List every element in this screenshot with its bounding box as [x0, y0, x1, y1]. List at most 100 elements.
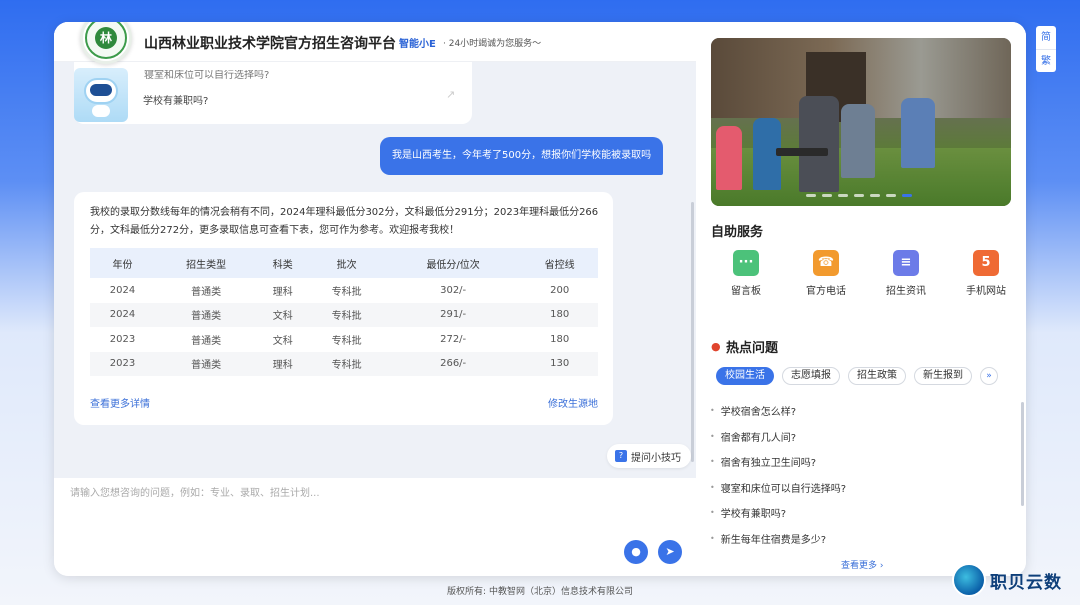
- bullet-icon: •: [710, 482, 715, 492]
- hot-question: 寝室和床位可以自行选择吗?: [720, 483, 847, 495]
- page-title: 山西林业职业技术学院官方招生咨询平台: [144, 36, 396, 52]
- tips-label: 提问小技巧: [631, 452, 681, 464]
- hot-list-scrollbar[interactable]: [1021, 402, 1024, 506]
- table-row: 2023 普通类 文科 专科批 272/- 180: [90, 327, 598, 352]
- question-input[interactable]: [70, 484, 670, 534]
- chat-bubble-icon[interactable]: ●: [624, 540, 648, 564]
- carousel-dot[interactable]: [886, 194, 896, 197]
- service-official-phone[interactable]: ☎ 官方电话: [791, 250, 861, 297]
- carousel-dot[interactable]: [806, 194, 816, 197]
- slogan: · 24小时竭诚为您服务～: [443, 39, 542, 49]
- phone-icon: ☎: [813, 250, 839, 276]
- list-item[interactable]: • 宿舍有独立卫生间吗?: [710, 449, 1010, 475]
- view-more-details-link[interactable]: 查看更多详情: [90, 395, 150, 410]
- tab-freshman-registration[interactable]: 新生报到: [914, 367, 972, 385]
- answer-text: 我校的录取分数线每年的情况会稍有不同，2024年理科最低分302分，文科最低分2…: [90, 207, 599, 236]
- bullet-icon: •: [710, 457, 715, 467]
- logo-ring: 林: [85, 22, 127, 59]
- footer-copyright: 版权所有: 中教智网（北京）信息技术有限公司: [447, 587, 633, 597]
- table-cell: 2024: [109, 284, 136, 296]
- carousel-dot[interactable]: [870, 194, 880, 197]
- banner-figure: [841, 104, 875, 178]
- tab-volunteer-filling[interactable]: 志愿填报: [782, 367, 840, 385]
- table-header-row: 年份 招生类型 科类 批次 最低分/位次 省控线: [90, 248, 598, 278]
- question-icon: ?: [615, 450, 627, 462]
- table-cell: 2023: [109, 333, 136, 345]
- prev-bot-question[interactable]: 学校有兼职吗?: [143, 92, 208, 107]
- table-cell: 普通类: [191, 335, 222, 347]
- table-header: 招生类型: [155, 248, 258, 278]
- service-label: 官方电话: [806, 286, 846, 297]
- brand-label: 智能小E: [399, 39, 436, 50]
- list-item[interactable]: • 宿舍都有几人间?: [710, 424, 1010, 450]
- table-cell: 专科批: [331, 286, 362, 298]
- question-tips-button[interactable]: ? 提问小技巧: [607, 444, 691, 468]
- banner-figure: [799, 96, 839, 192]
- table-cell: 180: [521, 302, 598, 327]
- table-row: 2023 普通类 理科 专科批 266/- 130: [90, 351, 598, 376]
- list-item[interactable]: • 新生每年住宿费是多少?: [710, 526, 1010, 552]
- carousel-dot[interactable]: [838, 194, 848, 197]
- bot-answer-card: 我校的录取分数线每年的情况会稍有不同，2024年理科最低分302分，文科最低分2…: [74, 192, 613, 425]
- watermark-logo-icon: [952, 563, 986, 597]
- table-header: 年份: [90, 248, 156, 278]
- banner-figure: [901, 98, 935, 168]
- bullet-icon: •: [710, 508, 715, 518]
- bot-message-previous: [74, 62, 472, 124]
- banner-laptop: [776, 148, 828, 156]
- table-header: 最低分/位次: [384, 248, 522, 278]
- robot-body: [92, 105, 110, 117]
- service-mobile-site[interactable]: 5 手机网站: [951, 250, 1021, 297]
- hot-question: 学校宿舍怎么样?: [720, 407, 797, 419]
- table-cell: 200: [550, 284, 570, 296]
- bullet-icon: •: [710, 431, 715, 441]
- carousel-dots: [806, 194, 912, 197]
- list-item[interactable]: • 学校宿舍怎么样?: [710, 398, 1010, 424]
- right-panel: 自助服务 ··· 留言板 ☎ 官方电话 ≡ 招生资讯 5 手机网站 ● 热点问题…: [696, 22, 1026, 576]
- table-cell: 272/-: [440, 333, 467, 345]
- carousel-dot[interactable]: [822, 194, 832, 197]
- table-cell: 266/-: [384, 351, 522, 376]
- watermark-text: 职贝云数: [990, 572, 1062, 593]
- tabs-next-icon[interactable]: »: [980, 367, 998, 385]
- table-header: 批次: [308, 248, 385, 278]
- bullet-icon: •: [710, 406, 715, 416]
- table-cell: 专科批: [308, 351, 385, 376]
- carousel-dot[interactable]: [854, 194, 864, 197]
- list-item[interactable]: • 寝室和床位可以自行选择吗?: [710, 475, 1010, 501]
- traditional-chinese-button[interactable]: 繁: [1036, 49, 1056, 72]
- tab-campus-life[interactable]: 校园生活: [716, 367, 774, 385]
- chat-scrollbar[interactable]: [691, 202, 694, 462]
- table-cell: 专科批: [331, 335, 362, 347]
- service-label: 招生资讯: [886, 286, 926, 297]
- banner-figure: [716, 126, 742, 190]
- service-message-board[interactable]: ··· 留言板: [711, 250, 781, 297]
- table-row: 2024 普通类 理科 专科批 302/- 200: [90, 278, 598, 303]
- table-cell: 302/-: [440, 284, 467, 296]
- table-cell: 291/-: [384, 302, 522, 327]
- table-cell: 2024: [90, 302, 156, 327]
- hot-question: 宿舍都有几人间?: [720, 432, 797, 444]
- hot-topic-tabs: 校园生活 志愿填报 招生政策 新生报到 »: [716, 367, 998, 385]
- language-switch: 简 繁: [1036, 26, 1056, 72]
- table-cell: 180: [550, 333, 570, 345]
- input-area: ● ➤: [54, 478, 696, 576]
- table-cell: 文科: [257, 302, 309, 327]
- tab-admission-policy[interactable]: 招生政策: [848, 367, 906, 385]
- user-message: 我是山西考生，今年考了500分，想报你们学校能被录取吗: [380, 137, 664, 175]
- simplified-chinese-button[interactable]: 简: [1036, 26, 1056, 49]
- chat-pane: 寝室和床位可以自行选择吗? 学校有兼职吗? ↗ 山西林业职业技术学院官方招生咨询…: [54, 22, 696, 576]
- hot-question: 宿舍有独立卫生间吗?: [720, 458, 817, 470]
- list-item[interactable]: • 学校有兼职吗?: [710, 500, 1010, 526]
- send-icon[interactable]: ➤: [658, 540, 682, 564]
- edit-origin-link[interactable]: 修改生源地: [548, 395, 598, 410]
- table-cell: 文科: [272, 335, 293, 347]
- hot-view-more-link[interactable]: 查看更多 ›: [841, 558, 883, 571]
- banner-carousel[interactable]: [711, 38, 1011, 206]
- robot-visor: [90, 84, 112, 96]
- news-icon: ≡: [893, 250, 919, 276]
- carousel-dot-active[interactable]: [902, 194, 912, 197]
- html5-icon: 5: [973, 250, 999, 276]
- arrow-icon[interactable]: ↗: [446, 88, 455, 101]
- service-admission-news[interactable]: ≡ 招生资讯: [871, 250, 941, 297]
